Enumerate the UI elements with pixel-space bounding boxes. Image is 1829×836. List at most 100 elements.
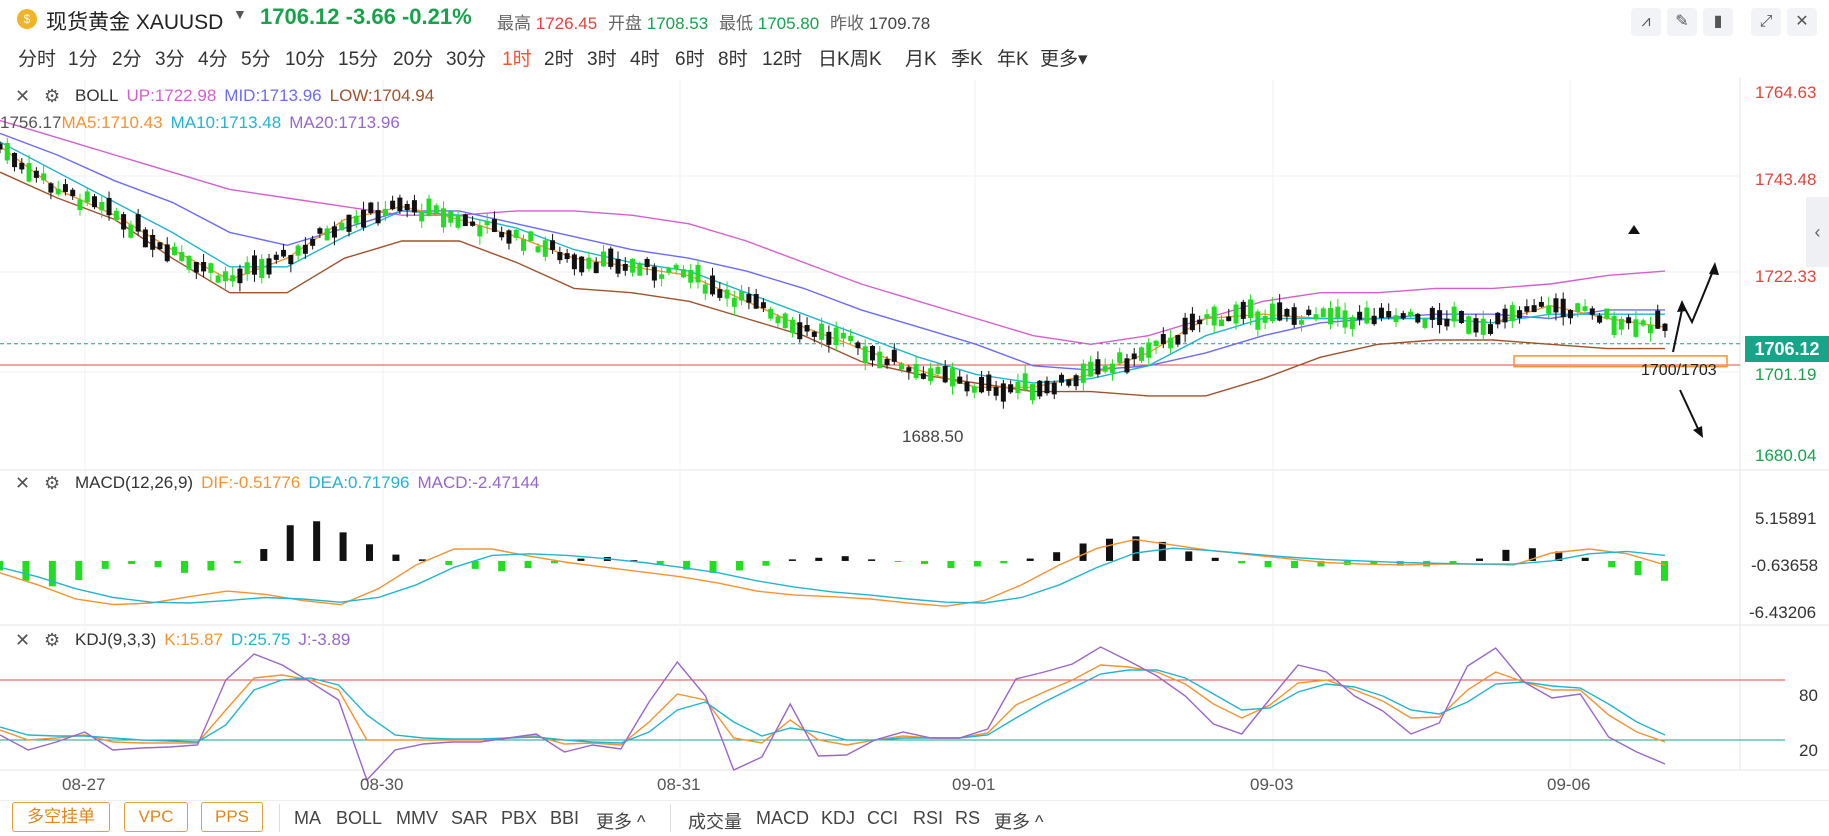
macd-bar: [101, 560, 109, 569]
x-tick: 08-30: [360, 775, 404, 794]
gear-icon[interactable]: ⚙: [44, 630, 60, 651]
gear-icon[interactable]: ⚙: [44, 473, 60, 494]
candle-body: [1131, 353, 1137, 360]
long-short-orders-button[interactable]: 多空挂单: [12, 802, 110, 832]
indicator-option[interactable]: RSI: [913, 808, 943, 829]
candle-body: [4, 142, 10, 161]
candle-body: [702, 284, 708, 294]
candle-body: [840, 332, 846, 339]
gear-icon[interactable]: ⚙: [44, 86, 60, 107]
candle-body: [295, 245, 301, 256]
candle-body: [622, 263, 628, 271]
macd-bar: [815, 557, 823, 561]
candle-body: [1197, 319, 1203, 325]
candle-body: [1248, 299, 1254, 319]
candle-body: [1168, 337, 1174, 349]
indicator-option[interactable]: PBX: [501, 808, 537, 829]
candle-body: [230, 275, 236, 282]
candle-body: [1277, 302, 1283, 321]
macd-tick: -0.63658: [1751, 556, 1819, 575]
candle-body: [455, 215, 461, 228]
kdj-legend: KDJ(9,3,3) K:15.87 D:25.75 J:-3.89: [75, 630, 351, 649]
macd-bar: [1291, 560, 1298, 569]
candle-body: [651, 266, 657, 281]
candle-body: [397, 197, 403, 212]
candle-body: [157, 242, 163, 250]
macd-legend: MACD(12,26,9) DIF:-0.51776 DEA:0.71796 MACD…: [75, 473, 540, 492]
indicator-option[interactable]: RS: [955, 808, 980, 829]
candle-body: [1538, 301, 1544, 307]
pps-button[interactable]: PPS: [201, 802, 263, 832]
candle-body: [1124, 358, 1130, 373]
indicator-option[interactable]: 更多 ^: [596, 808, 645, 834]
candle-body: [19, 162, 25, 170]
candle-body: [1480, 318, 1486, 335]
candle-body: [1298, 320, 1304, 325]
candle-body: [70, 189, 76, 197]
candle-body: [1502, 308, 1508, 323]
candle-body: [48, 183, 54, 193]
candle-body: [237, 268, 243, 284]
candle-body: [1175, 335, 1181, 345]
candle-body: [768, 308, 774, 319]
candle-body: [382, 208, 388, 216]
candle-body: [811, 331, 817, 337]
candle-body: [608, 248, 614, 267]
candle-body: [92, 196, 98, 208]
candle-body: [491, 219, 497, 232]
divider: [279, 804, 280, 832]
candle-body: [579, 256, 585, 273]
indicator-option[interactable]: SAR: [451, 808, 488, 829]
indicator-option[interactable]: KDJ: [821, 808, 855, 829]
candle-body: [1364, 307, 1370, 324]
close-icon[interactable]: ✕: [15, 473, 30, 494]
candle-body: [324, 228, 330, 241]
indicator-option[interactable]: 更多 ^: [994, 808, 1043, 834]
indicator-option[interactable]: MA: [294, 808, 321, 829]
close-icon[interactable]: ✕: [15, 86, 30, 107]
candle-body: [1546, 305, 1552, 314]
candle-body: [1328, 307, 1334, 325]
candle-body: [1611, 315, 1617, 335]
macd-bar: [498, 560, 506, 572]
arrow-head: [1709, 262, 1719, 275]
candle-body: [1240, 301, 1246, 319]
indicator-option[interactable]: BOLL: [336, 808, 382, 829]
candle-body: [186, 255, 192, 270]
current-price-tag: 1706.12: [1745, 336, 1829, 362]
candle-body: [1000, 383, 1006, 402]
indicator-option[interactable]: MMV: [396, 808, 438, 829]
indicator-option[interactable]: CCI: [867, 808, 898, 829]
macd-bar: [1053, 552, 1061, 561]
triangle-marker: [1628, 225, 1640, 234]
candle-body: [971, 386, 977, 393]
divider: [670, 804, 671, 832]
indicator-option[interactable]: 成交量: [688, 808, 742, 834]
candle-body: [717, 289, 723, 298]
price-tick: 1680.04: [1755, 446, 1817, 465]
candle-body: [1044, 380, 1050, 394]
macd-bar: [788, 559, 796, 561]
price-tick: 1743.48: [1755, 170, 1817, 189]
candle-body: [113, 210, 119, 220]
price-tick: 1722.33: [1755, 267, 1817, 286]
candle-body: [1444, 318, 1450, 327]
candle-body: [557, 252, 563, 261]
macd-bar: [1264, 560, 1272, 568]
candle-body: [1466, 316, 1472, 334]
candle-body: [593, 262, 599, 274]
candle-body: [1226, 316, 1232, 322]
candle-body: [760, 302, 766, 309]
chevron-left-icon[interactable]: ‹: [1806, 197, 1829, 267]
candle-body: [819, 323, 825, 340]
candle-body: [1218, 319, 1224, 327]
candle-body: [542, 240, 548, 257]
close-icon[interactable]: ✕: [15, 630, 30, 651]
macd-bar: [577, 558, 585, 561]
candle-body: [804, 325, 810, 332]
candle-body: [877, 351, 883, 369]
indicator-option[interactable]: BBI: [550, 808, 579, 829]
indicator-option[interactable]: MACD: [756, 808, 809, 829]
candle-body: [1189, 313, 1195, 331]
vpc-button[interactable]: VPC: [124, 802, 188, 832]
